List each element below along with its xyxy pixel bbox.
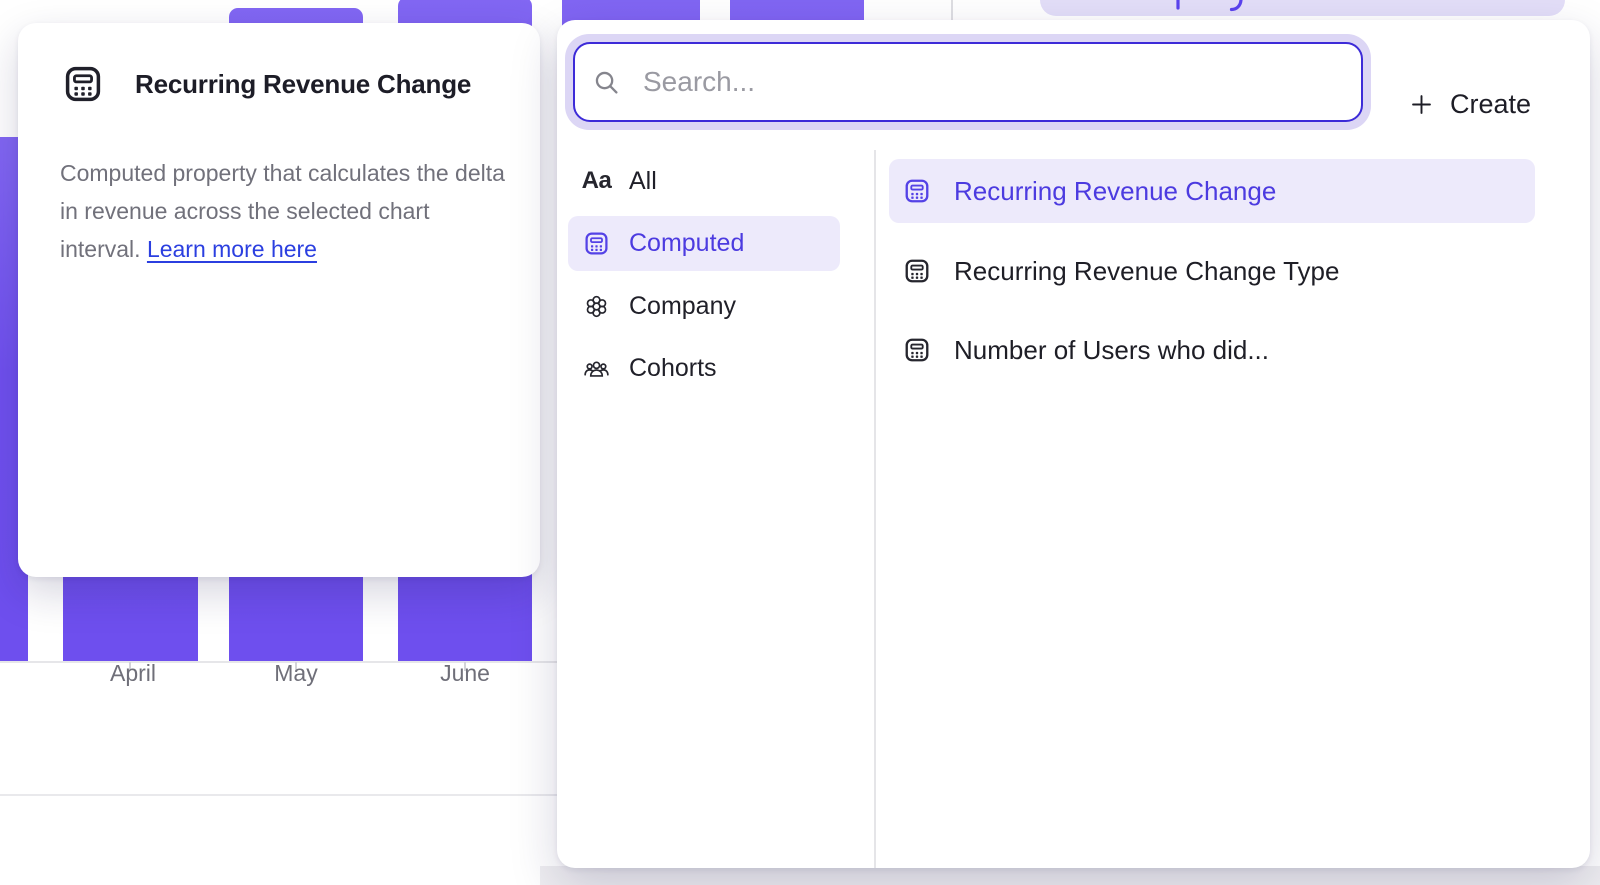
category-cohorts-label: Cohorts bbox=[629, 354, 717, 383]
app-screen: April May June Recurring Revenue Change … bbox=[0, 0, 1600, 885]
calculator-icon bbox=[62, 63, 104, 105]
result-recurring-revenue-change[interactable]: Recurring Revenue Change bbox=[889, 159, 1535, 223]
category-all[interactable]: Aa All bbox=[568, 153, 840, 209]
result-label: Recurring Revenue Change Type bbox=[954, 256, 1339, 287]
page-bottom-strip bbox=[540, 866, 1600, 885]
cohorts-people-icon bbox=[583, 355, 610, 382]
calculator-icon bbox=[583, 230, 610, 257]
calculator-icon bbox=[903, 177, 931, 205]
property-chip-clipped[interactable] bbox=[1040, 0, 1565, 16]
learn-more-link[interactable]: Learn more here bbox=[147, 236, 317, 262]
category-cohorts[interactable]: Cohorts bbox=[568, 340, 840, 396]
company-cluster-icon bbox=[583, 293, 610, 320]
result-number-of-users-who-did[interactable]: Number of Users who did... bbox=[889, 318, 1535, 382]
search-input[interactable] bbox=[573, 42, 1363, 122]
panel-column-divider bbox=[874, 150, 876, 868]
category-company-label: Company bbox=[629, 292, 736, 321]
x-axis-label-april: April bbox=[110, 660, 156, 687]
definition-description: Computed property that calculates the de… bbox=[60, 154, 505, 268]
x-axis-label-may: May bbox=[274, 660, 317, 687]
property-definition-card: Recurring Revenue Change Computed proper… bbox=[18, 23, 540, 577]
category-company[interactable]: Company bbox=[568, 278, 840, 334]
create-button[interactable]: Create bbox=[1402, 62, 1537, 146]
create-button-label: Create bbox=[1450, 89, 1531, 120]
category-all-label: All bbox=[629, 167, 657, 196]
definition-title: Recurring Revenue Change bbox=[135, 69, 471, 100]
property-picker-panel: Create Aa All Computed Company Cohorts R… bbox=[557, 20, 1590, 868]
text-format-icon: Aa bbox=[583, 168, 610, 195]
result-label: Number of Users who did... bbox=[954, 335, 1269, 366]
result-label: Recurring Revenue Change bbox=[954, 176, 1276, 207]
category-computed-label: Computed bbox=[629, 229, 744, 258]
clipped-purple-text-fragments bbox=[1173, 0, 1293, 13]
x-axis-label-june: June bbox=[440, 660, 490, 687]
calculator-icon bbox=[903, 336, 931, 364]
category-computed[interactable]: Computed bbox=[568, 216, 840, 271]
result-recurring-revenue-change-type[interactable]: Recurring Revenue Change Type bbox=[889, 239, 1535, 303]
plus-icon bbox=[1408, 91, 1435, 118]
calculator-icon bbox=[903, 257, 931, 285]
search-focus-ring bbox=[565, 34, 1371, 130]
